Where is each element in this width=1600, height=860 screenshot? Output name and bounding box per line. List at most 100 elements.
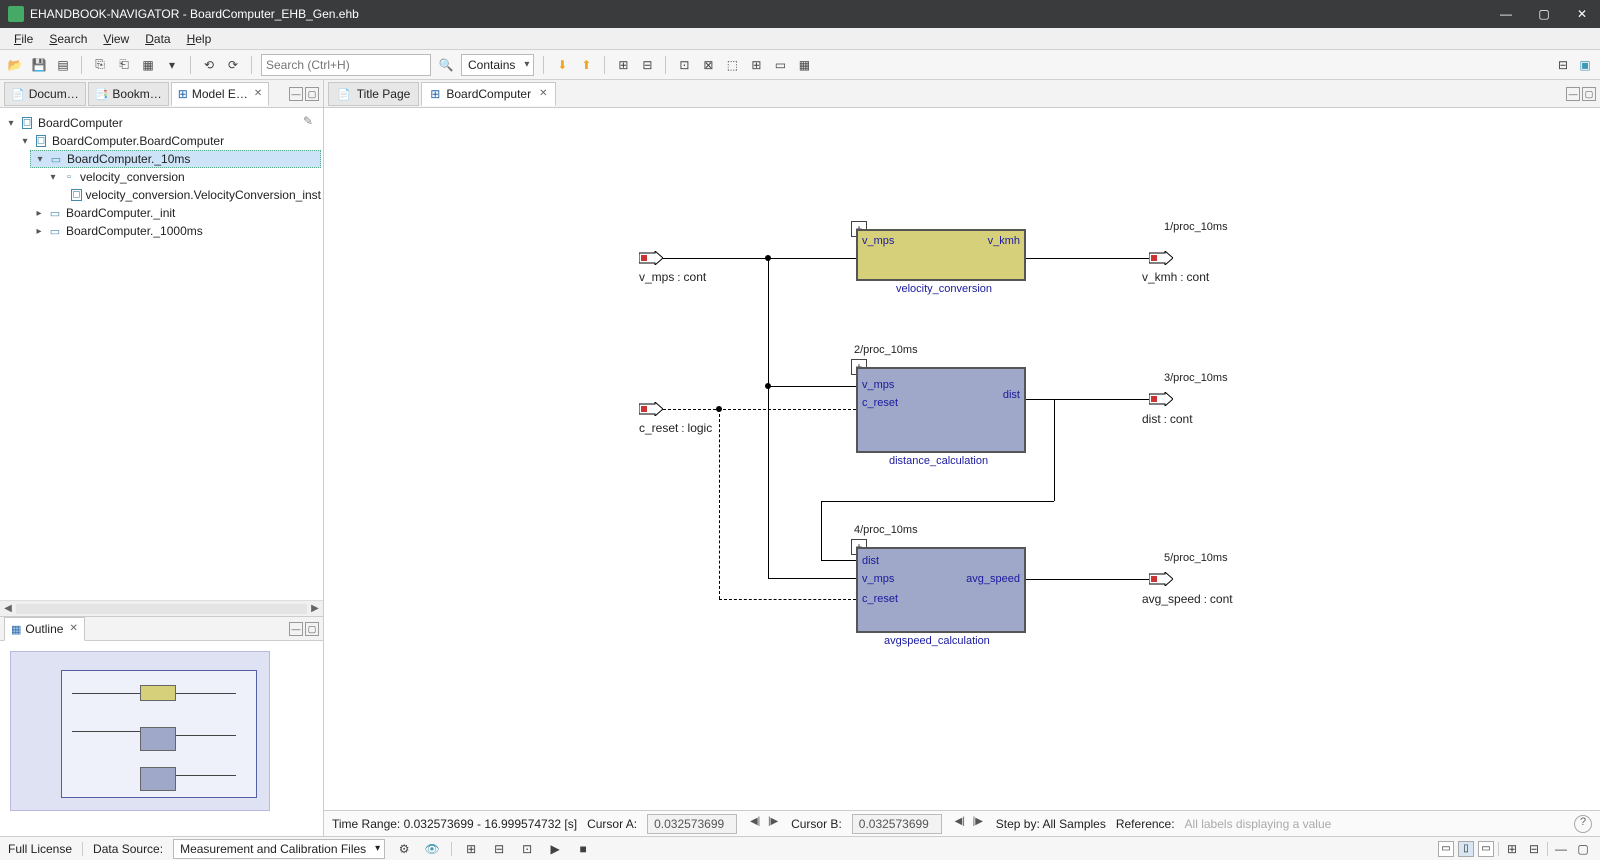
forward-icon[interactable]: ⟳	[224, 56, 242, 74]
tab-documents[interactable]: Docum…	[4, 82, 86, 106]
down-icon[interactable]: ⬇	[553, 56, 571, 74]
tree-row[interactable]: ▾BoardComputer.BoardComputer	[16, 132, 321, 150]
search-icon[interactable]: 🔍	[437, 56, 455, 74]
tool-r2[interactable]: ▣	[1576, 56, 1594, 74]
menu-file[interactable]: File	[6, 30, 41, 48]
exec-label: 2/proc_10ms	[854, 344, 918, 356]
block-distance-calculation[interactable]: v_mps c_reset dist	[856, 367, 1026, 453]
tree-row[interactable]: ▸BoardComputer._init	[30, 204, 321, 222]
panel-minimize-icon[interactable]: —	[1566, 87, 1580, 101]
pencil-icon[interactable]: ✎	[303, 114, 313, 128]
tool-g3[interactable]: ⊡	[675, 56, 693, 74]
outline-preview[interactable]	[10, 651, 270, 811]
cursor-a-field[interactable]: 0.032573699	[647, 814, 737, 834]
tab-board-computer[interactable]: BoardComputer✕	[421, 82, 556, 106]
cursor-b-next-icon[interactable]: |▶	[970, 816, 986, 832]
cursor-a-prev-icon[interactable]: ◀|	[747, 816, 763, 832]
model-tree[interactable]: ✎ ▾BoardComputer ▾BoardComputer.BoardCom…	[0, 108, 323, 600]
save-icon[interactable]	[30, 56, 48, 74]
tree-hscrollbar[interactable]: ◀ ▶	[0, 600, 323, 616]
tree-row-selected[interactable]: ▾BoardComputer._10ms	[30, 150, 321, 168]
help-icon[interactable]: ?	[1574, 815, 1592, 833]
search-input[interactable]	[261, 54, 431, 76]
tool-g8[interactable]: ▦	[795, 56, 813, 74]
exec-label: 3/proc_10ms	[1164, 372, 1228, 384]
panel-maximize-icon[interactable]: ▢	[305, 87, 319, 101]
open-icon[interactable]	[6, 56, 24, 74]
cursor-b-prev-icon[interactable]: ◀|	[952, 816, 968, 832]
tool-btn-3[interactable]: ▤	[54, 56, 72, 74]
cursor-b-field[interactable]: 0.032573699	[852, 814, 942, 834]
layout-btn-1[interactable]: ▭	[1438, 841, 1454, 857]
gear-icon[interactable]: ⚙	[395, 840, 413, 858]
block-avgspeed-calculation[interactable]: dist v_mps c_reset avg_speed	[856, 547, 1026, 633]
layout-btn-2[interactable]: ▯	[1458, 841, 1474, 857]
tool-g4[interactable]: ⊠	[699, 56, 717, 74]
tab-model-explorer[interactable]: Model E…✕	[171, 82, 269, 106]
minimize-button[interactable]: —	[1496, 7, 1516, 21]
tool-g6[interactable]: ⊞	[747, 56, 765, 74]
close-button[interactable]: ✕	[1572, 7, 1592, 21]
sb-btn-1[interactable]: ⊞	[462, 840, 480, 858]
wire	[1026, 399, 1149, 400]
tree-row[interactable]: ▾velocity_conversion	[44, 168, 321, 186]
tree-row[interactable]: ▸BoardComputer._1000ms	[30, 222, 321, 240]
menu-help[interactable]: Help	[179, 30, 220, 48]
sb-btn-r2[interactable]: ⊟	[1525, 840, 1543, 858]
eye-icon[interactable]: 👁	[423, 840, 441, 858]
diagram-canvas[interactable]: v_mps : cont c_reset : logic + v_mps v_k…	[324, 108, 1600, 810]
stop-icon[interactable]: ■	[574, 840, 592, 858]
sb-btn-2[interactable]: ⊟	[490, 840, 508, 858]
tab-bookmarks[interactable]: Bookm…	[88, 82, 169, 106]
output-port-v-kmh[interactable]	[1149, 251, 1173, 265]
left-panel: Docum… Bookm… Model E…✕ — ▢ ✎ ▾BoardComp…	[0, 80, 324, 836]
panel-minimize-icon[interactable]: —	[289, 87, 303, 101]
cursor-a-next-icon[interactable]: |▶	[765, 816, 781, 832]
close-icon[interactable]: ✕	[539, 88, 547, 99]
menu-view[interactable]: View	[95, 30, 137, 48]
signal-label: avg_speed : cont	[1142, 592, 1233, 606]
app-icon	[8, 6, 24, 22]
tool-g2[interactable]: ⊟	[638, 56, 656, 74]
tool-g7[interactable]: ▭	[771, 56, 789, 74]
cursor-b-label: Cursor B:	[791, 817, 842, 831]
tool-btn-6[interactable]: ▦	[139, 56, 157, 74]
search-mode-dropdown[interactable]: Contains	[461, 54, 534, 76]
input-port-c-reset[interactable]	[639, 402, 663, 416]
tree-row[interactable]: ▾BoardComputer	[2, 114, 321, 132]
input-port-v-mps[interactable]	[639, 251, 663, 265]
output-port-avg-speed[interactable]	[1149, 572, 1173, 586]
tree-row[interactable]: velocity_conversion.VelocityConversion_i…	[58, 186, 321, 204]
tab-title-page[interactable]: Title Page	[328, 82, 419, 106]
separator	[190, 56, 191, 74]
tool-btn-7[interactable]: ▾	[163, 56, 181, 74]
up-icon[interactable]: ⬆	[577, 56, 595, 74]
close-icon[interactable]: ✕	[254, 88, 262, 99]
play-icon[interactable]: ▶	[546, 840, 564, 858]
zoom-out-icon[interactable]: —	[1552, 840, 1570, 858]
sb-btn-r3[interactable]: ▢	[1574, 840, 1592, 858]
sb-btn-3[interactable]: ⊡	[518, 840, 536, 858]
maximize-button[interactable]: ▢	[1534, 7, 1554, 21]
close-icon[interactable]: ✕	[69, 623, 77, 634]
back-icon[interactable]: ⟲	[200, 56, 218, 74]
toolbar: ▤ ⎘ ⎗ ▦ ▾ ⟲ ⟳ 🔍 Contains ⬇ ⬆ ⊞ ⊟ ⊡ ⊠ ⬚ ⊞…	[0, 50, 1600, 80]
block-velocity-conversion[interactable]: v_mps v_kmh	[856, 229, 1026, 281]
tool-g1[interactable]: ⊞	[614, 56, 632, 74]
panel-maximize-icon[interactable]: ▢	[1582, 87, 1596, 101]
output-port-dist[interactable]	[1149, 392, 1173, 406]
tool-btn-5[interactable]: ⎗	[115, 56, 133, 74]
menu-search[interactable]: Search	[41, 30, 95, 48]
tool-btn-4[interactable]: ⎘	[91, 56, 109, 74]
panel-minimize-icon[interactable]: —	[289, 622, 303, 636]
data-source-dropdown[interactable]: Measurement and Calibration Files	[173, 839, 385, 859]
tab-outline[interactable]: Outline✕	[4, 617, 85, 641]
tool-r1[interactable]: ⊟	[1554, 56, 1572, 74]
tool-g5[interactable]: ⬚	[723, 56, 741, 74]
sb-btn-r1[interactable]: ⊞	[1503, 840, 1521, 858]
scroll-right-icon[interactable]: ▶	[307, 603, 323, 614]
scroll-left-icon[interactable]: ◀	[0, 603, 16, 614]
menu-data[interactable]: Data	[137, 30, 178, 48]
panel-maximize-icon[interactable]: ▢	[305, 622, 319, 636]
layout-btn-3[interactable]: ▭	[1478, 841, 1494, 857]
